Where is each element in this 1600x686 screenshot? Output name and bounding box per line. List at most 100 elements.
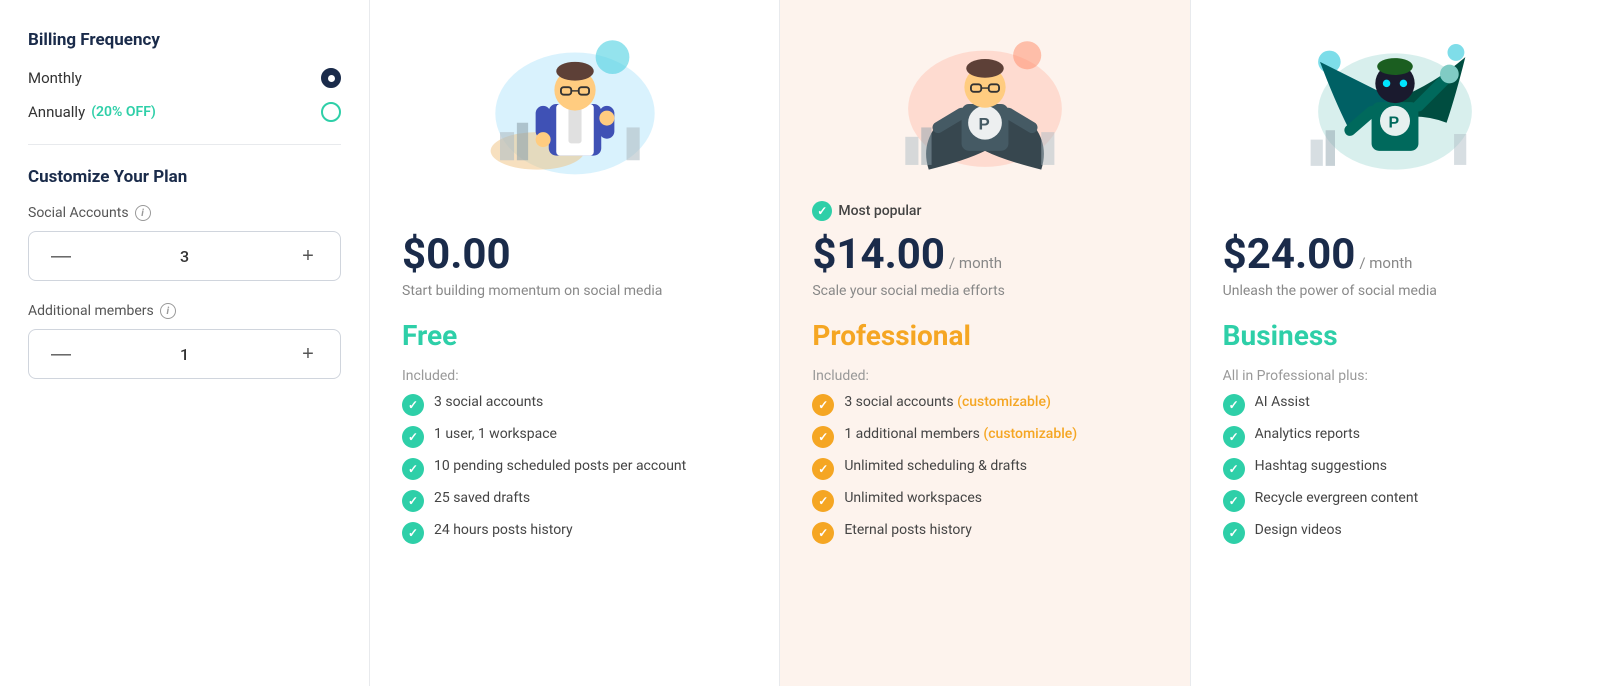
list-item: Hashtag suggestions: [1223, 458, 1568, 480]
free-plan-name: Free: [402, 319, 747, 352]
divider: [28, 144, 341, 145]
plan-card-free: Most popular $0.00 Start building moment…: [370, 0, 779, 686]
professional-most-popular: Most popular: [812, 200, 1157, 222]
svg-text:P: P: [1389, 114, 1400, 131]
professional-period: / month: [949, 254, 1002, 272]
check-icon: [402, 490, 424, 512]
billing-frequency-title: Billing Frequency: [28, 30, 341, 50]
feature-text: 3 social accounts (customizable): [844, 394, 1051, 410]
customize-plan-title: Customize Your Plan: [28, 167, 341, 187]
feature-text: Unlimited workspaces: [844, 490, 982, 506]
professional-plan-name: Professional: [812, 319, 1157, 352]
check-icon: [402, 522, 424, 544]
list-item: 1 user, 1 workspace: [402, 426, 747, 448]
check-icon: [402, 394, 424, 416]
professional-price-row: $14.00 / month: [812, 230, 1157, 279]
svg-text:P: P: [978, 114, 989, 133]
free-feature-list: 3 social accounts 1 user, 1 workspace 10…: [402, 394, 747, 544]
list-item: 3 social accounts (customizable): [812, 394, 1157, 416]
check-icon: [812, 490, 834, 512]
check-icon: [812, 394, 834, 416]
monthly-label: Monthly: [28, 69, 82, 87]
social-accounts-info-icon[interactable]: i: [135, 205, 151, 221]
list-item: Unlimited workspaces: [812, 490, 1157, 512]
annually-label: Annually (20% OFF): [28, 103, 156, 121]
social-accounts-value: 3: [180, 247, 189, 266]
free-price: $0.00: [402, 230, 511, 279]
social-accounts-increase[interactable]: +: [294, 242, 322, 270]
additional-members-increase[interactable]: +: [294, 340, 322, 368]
free-subtitle: Start building momentum on social media: [402, 283, 747, 299]
additional-members-info-icon[interactable]: i: [160, 303, 176, 319]
social-accounts-stepper: — 3 +: [28, 231, 341, 281]
feature-text: Design videos: [1255, 522, 1342, 538]
feature-text: 25 saved drafts: [434, 490, 530, 506]
additional-members-decrease[interactable]: —: [47, 340, 75, 368]
page-container: Billing Frequency Monthly Annually (20% …: [0, 0, 1600, 686]
check-icon: [402, 426, 424, 448]
free-illustration: [402, 24, 747, 184]
billing-option-annually[interactable]: Annually (20% OFF): [28, 102, 341, 122]
feature-text: AI Assist: [1255, 394, 1310, 410]
professional-feature-list: 3 social accounts (customizable) 1 addit…: [812, 394, 1157, 544]
feature-text: Eternal posts history: [844, 522, 972, 538]
check-icon: [1223, 458, 1245, 480]
check-icon: [1223, 522, 1245, 544]
monthly-radio[interactable]: [321, 68, 341, 88]
most-popular-label: Most popular: [838, 203, 921, 219]
list-item: Unlimited scheduling & drafts: [812, 458, 1157, 480]
professional-illustration: P: [812, 24, 1157, 184]
feature-text: 10 pending scheduled posts per account: [434, 458, 686, 474]
additional-members-label: Additional members i: [28, 303, 341, 319]
business-illustration: P: [1223, 24, 1568, 184]
professional-features-label: Included:: [812, 368, 1157, 384]
business-price-row: $24.00 / month: [1223, 230, 1568, 279]
list-item: Design videos: [1223, 522, 1568, 544]
list-item: Analytics reports: [1223, 426, 1568, 448]
check-icon: [1223, 426, 1245, 448]
additional-members-stepper: — 1 +: [28, 329, 341, 379]
plan-card-business: P: [1190, 0, 1600, 686]
feature-text: Hashtag suggestions: [1255, 458, 1387, 474]
professional-badge-check: [812, 201, 832, 221]
plan-card-professional: P: [779, 0, 1189, 686]
list-item: 3 social accounts: [402, 394, 747, 416]
list-item: 25 saved drafts: [402, 490, 747, 512]
list-item: 1 additional members (customizable): [812, 426, 1157, 448]
feature-text: Analytics reports: [1255, 426, 1360, 442]
business-feature-list: AI Assist Analytics reports Hashtag sugg…: [1223, 394, 1568, 544]
annually-radio[interactable]: [321, 102, 341, 122]
professional-subtitle: Scale your social media efforts: [812, 283, 1157, 299]
list-item: AI Assist: [1223, 394, 1568, 416]
check-icon: [812, 426, 834, 448]
additional-members-value: 1: [180, 345, 189, 364]
business-price: $24.00: [1223, 230, 1356, 279]
free-features-label: Included:: [402, 368, 747, 384]
social-accounts-label: Social Accounts i: [28, 205, 341, 221]
feature-text: Recycle evergreen content: [1255, 490, 1419, 506]
professional-price: $14.00: [812, 230, 945, 279]
list-item: Recycle evergreen content: [1223, 490, 1568, 512]
check-icon: [402, 458, 424, 480]
list-item: Eternal posts history: [812, 522, 1157, 544]
check-icon: [812, 522, 834, 544]
social-accounts-decrease[interactable]: —: [47, 242, 75, 270]
billing-option-monthly[interactable]: Monthly: [28, 68, 341, 88]
business-features-label: All in Professional plus:: [1223, 368, 1568, 384]
feature-text: 1 additional members (customizable): [844, 426, 1077, 442]
check-icon: [812, 458, 834, 480]
plans-container: Most popular $0.00 Start building moment…: [370, 0, 1600, 686]
list-item: 10 pending scheduled posts per account: [402, 458, 747, 480]
list-item: 24 hours posts history: [402, 522, 747, 544]
discount-badge: (20% OFF): [91, 104, 156, 120]
feature-text: 1 user, 1 workspace: [434, 426, 557, 442]
feature-text: Unlimited scheduling & drafts: [844, 458, 1027, 474]
business-period: / month: [1359, 254, 1412, 272]
feature-text: 24 hours posts history: [434, 522, 573, 538]
check-icon: [1223, 394, 1245, 416]
business-plan-name: Business: [1223, 319, 1568, 352]
free-price-row: $0.00: [402, 230, 747, 279]
sidebar: Billing Frequency Monthly Annually (20% …: [0, 0, 370, 686]
feature-text: 3 social accounts: [434, 394, 543, 410]
business-subtitle: Unleash the power of social media: [1223, 283, 1568, 299]
